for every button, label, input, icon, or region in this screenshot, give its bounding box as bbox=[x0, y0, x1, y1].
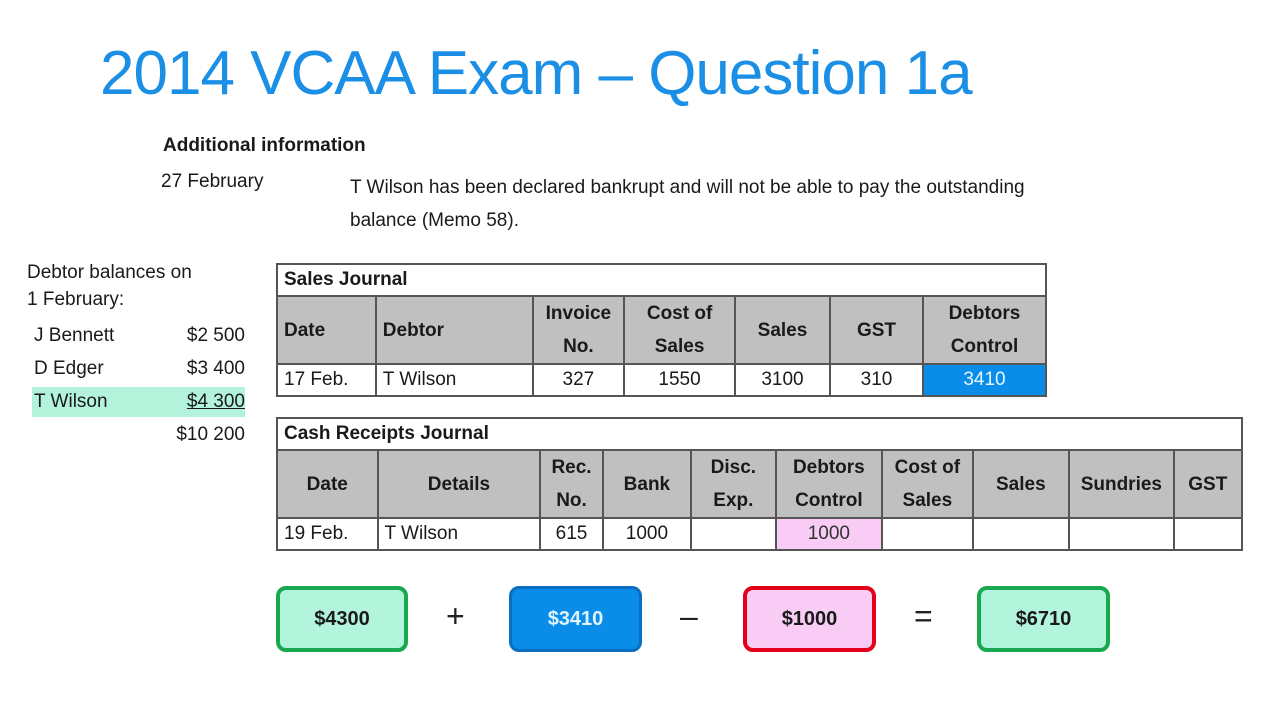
additional-info-heading: Additional information bbox=[163, 135, 366, 156]
debtor-row-highlighted: T Wilson $4 300 bbox=[32, 387, 245, 417]
crj-header: Cost of Sales bbox=[881, 449, 974, 519]
sj-cell-highlighted: 3410 bbox=[921, 363, 1048, 397]
equation-cash-receipt: $1000 bbox=[743, 586, 876, 652]
debtor-amount: $4 300 bbox=[186, 391, 245, 412]
crj-header: Disc. Exp. bbox=[690, 449, 777, 519]
table-row: 17 Feb. T Wilson 327 1550 3100 310 3410 bbox=[276, 363, 1048, 397]
crj-cell-highlighted: 1000 bbox=[774, 517, 884, 551]
sj-cell: T Wilson bbox=[374, 363, 534, 397]
crj-cell: T Wilson bbox=[376, 517, 542, 551]
crj-cell: 1000 bbox=[601, 517, 693, 551]
table-row: 19 Feb. T Wilson 615 1000 1000 bbox=[276, 517, 1244, 551]
debtor-row: J Bennett $2 500 bbox=[32, 321, 245, 351]
crj-header: Sundries bbox=[1068, 449, 1175, 519]
sj-cell: 17 Feb. bbox=[276, 363, 377, 397]
sj-header: Invoice No. bbox=[531, 295, 626, 365]
plus-operator: + bbox=[446, 598, 465, 634]
sj-cell: 327 bbox=[531, 363, 626, 397]
minus-operator: – bbox=[680, 598, 698, 634]
debtor-row: D Edger $3 400 bbox=[32, 354, 245, 384]
sj-cell: 1550 bbox=[623, 363, 736, 397]
sales-journal-table: Sales Journal Date Debtor Invoice No. Co… bbox=[276, 263, 1048, 397]
crj-header: Bank bbox=[601, 449, 693, 519]
debtor-total: $10 200 bbox=[176, 424, 245, 445]
debtor-name: D Edger bbox=[34, 358, 104, 379]
crj-header: GST bbox=[1172, 449, 1244, 519]
crj-title: Cash Receipts Journal bbox=[276, 417, 1243, 451]
crj-header: Date bbox=[276, 449, 379, 519]
crj-header: Debtors Control bbox=[774, 449, 884, 519]
debtor-total-row: $10 200 bbox=[32, 420, 245, 450]
crj-cell bbox=[971, 517, 1071, 551]
debtor-name: J Bennett bbox=[34, 325, 115, 346]
debtor-amount: $2 500 bbox=[186, 325, 245, 346]
sj-header: Date bbox=[276, 295, 377, 365]
sales-journal-title: Sales Journal bbox=[276, 263, 1047, 297]
equation-result: $6710 bbox=[977, 586, 1110, 652]
equation-credit-sale: $3410 bbox=[509, 586, 642, 652]
crj-cell: 615 bbox=[539, 517, 604, 551]
crj-header: Sales bbox=[971, 449, 1071, 519]
slide-title: 2014 VCAA Exam – Question 1a bbox=[100, 39, 973, 108]
crj-cell: 19 Feb. bbox=[276, 517, 379, 551]
equals-operator: = bbox=[914, 598, 933, 634]
debtor-name: T Wilson bbox=[34, 391, 108, 412]
sj-header: Debtors Control bbox=[921, 295, 1048, 365]
cash-receipts-journal-table: Cash Receipts Journal Date Details Rec. … bbox=[276, 417, 1244, 551]
crj-header: Rec. No. bbox=[539, 449, 604, 519]
crj-cell bbox=[690, 517, 777, 551]
sj-header: Cost of Sales bbox=[623, 295, 736, 365]
crj-cell bbox=[881, 517, 974, 551]
crj-cell bbox=[1172, 517, 1244, 551]
additional-info-date: 27 February bbox=[161, 171, 264, 192]
debtor-balances: Debtor balances on 1 February: J Bennett… bbox=[27, 259, 247, 445]
sj-header: GST bbox=[829, 295, 924, 365]
debtor-amount: $3 400 bbox=[186, 358, 245, 379]
sj-header: Sales bbox=[733, 295, 832, 365]
equation-opening-balance: $4300 bbox=[276, 586, 408, 652]
sj-cell: 310 bbox=[829, 363, 924, 397]
crj-header: Details bbox=[376, 449, 542, 519]
debtor-balances-caption-2: 1 February: bbox=[27, 289, 125, 310]
sj-header: Debtor bbox=[374, 295, 534, 365]
debtor-balances-caption-1: Debtor balances on bbox=[27, 262, 192, 283]
crj-cell bbox=[1068, 517, 1175, 551]
additional-info-text: T Wilson has been declared bankrupt and … bbox=[350, 177, 1025, 231]
sj-cell: 3100 bbox=[733, 363, 832, 397]
